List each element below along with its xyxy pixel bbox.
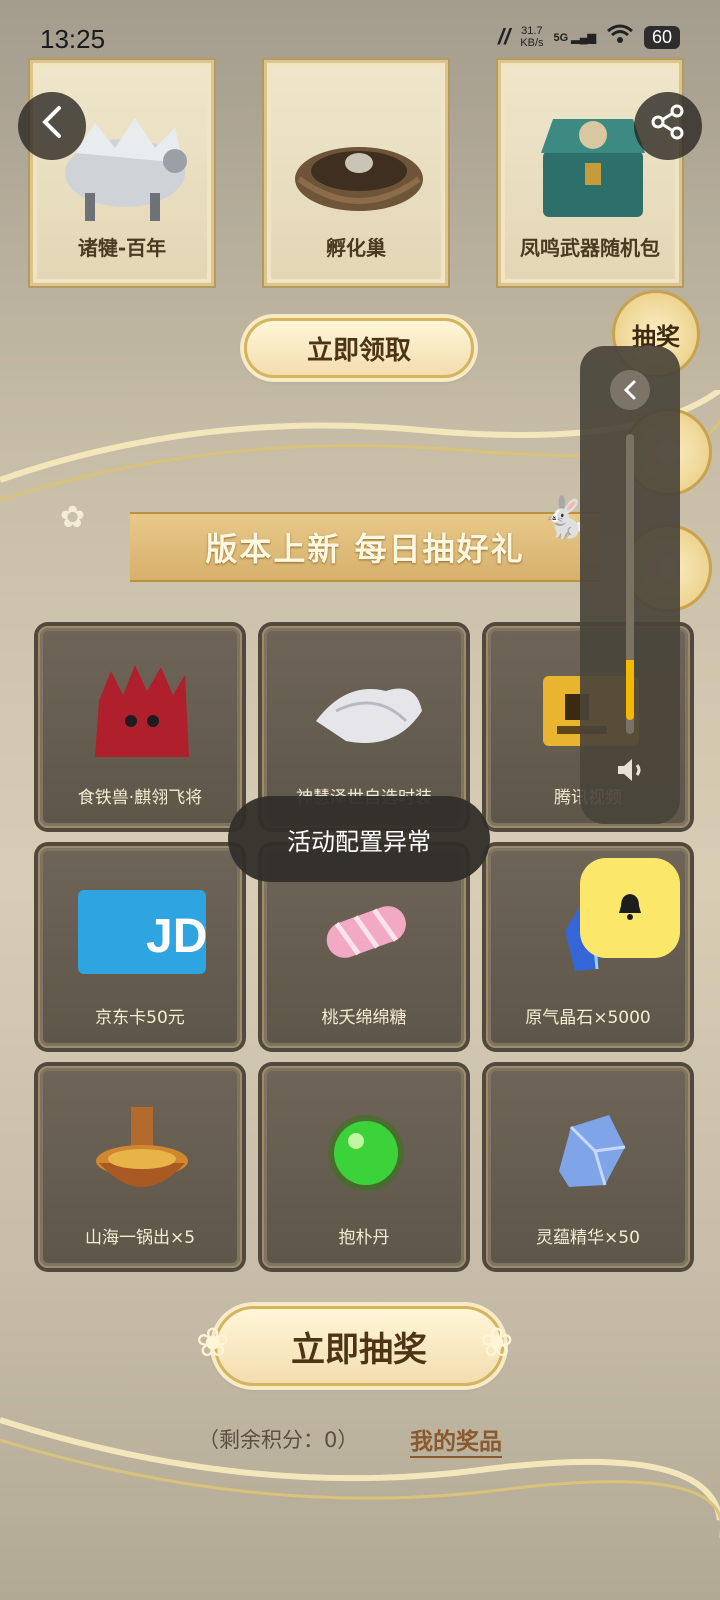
svg-text:JD: JD [146, 910, 207, 963]
prize-label: 山海一锅出×5 [84, 1228, 196, 1248]
volume-panel[interactable] [580, 346, 680, 824]
hotpot-icon [82, 1096, 202, 1206]
reward-label: 凤鸣武器随机包 [520, 236, 660, 260]
prize-label: 桃夭绵绵糖 [321, 1008, 407, 1028]
battery-icon: 60 [643, 25, 680, 49]
jd-card-icon: JD [76, 876, 208, 986]
share-button[interactable] [634, 92, 702, 160]
chevron-left-icon [41, 105, 63, 148]
prize-label: 京东卡50元 [95, 1008, 185, 1028]
draw-button[interactable]: 立即抽奖 [214, 1306, 504, 1386]
remaining-points: （剩余积分：0） [198, 1428, 359, 1452]
volume-collapse-button[interactable] [610, 370, 650, 410]
white-costume-icon [306, 656, 426, 766]
toast-message: 活动配置异常 [228, 796, 490, 882]
section-title: 版本上新 每日抽好礼 [130, 512, 600, 582]
prize-label: 食铁兽·麒翎飞将 [77, 788, 203, 808]
green-pill-icon [306, 1096, 426, 1206]
my-prizes-link[interactable]: 我的奖品 [410, 1422, 502, 1458]
network-logo-icon: // [498, 24, 511, 49]
prize-card[interactable]: 山海一锅出×5 [38, 1066, 242, 1268]
red-beast-icon [82, 656, 202, 766]
share-icon [650, 104, 686, 149]
prize-card[interactable]: 抱朴丹 [262, 1066, 466, 1268]
back-button[interactable] [18, 92, 86, 160]
prize-card[interactable]: JD 京东卡50元 [38, 846, 242, 1048]
prize-card[interactable]: 食铁兽·麒翎飞将 [38, 626, 242, 828]
status-time: 13:25 [40, 24, 106, 54]
blue-gem-icon [530, 1096, 650, 1206]
claim-button[interactable]: 立即领取 [244, 318, 474, 378]
notification-bell-button[interactable] [580, 858, 680, 958]
prize-label: 抱朴丹 [338, 1228, 390, 1248]
prize-label: 原气晶石×5000 [525, 1008, 651, 1028]
wifi-icon [606, 24, 634, 50]
flower-decor-icon: ✿ [60, 500, 86, 535]
bell-icon [615, 891, 645, 925]
prize-label: 灵蕴精华×50 [536, 1228, 640, 1248]
nest-icon [289, 93, 429, 233]
speaker-icon[interactable] [616, 757, 648, 790]
reward-label: 诸犍-百年 [77, 236, 167, 260]
decor-swirl-bottom [0, 1417, 720, 1538]
signal-icon: 5G ▂▄▆ [553, 31, 596, 44]
flower-decor-icon: ❀ [480, 1320, 514, 1366]
flower-decor-icon: ❀ [196, 1320, 230, 1366]
candy-icon [306, 876, 426, 986]
net-speed: 31.7 KB/s [520, 25, 544, 49]
prize-card[interactable]: 灵蕴精华×50 [486, 1066, 690, 1268]
volume-slider-fill[interactable] [626, 660, 634, 720]
reward-label: 孵化巢 [326, 236, 386, 260]
reward-card-2[interactable]: 孵化巢 [264, 60, 448, 286]
